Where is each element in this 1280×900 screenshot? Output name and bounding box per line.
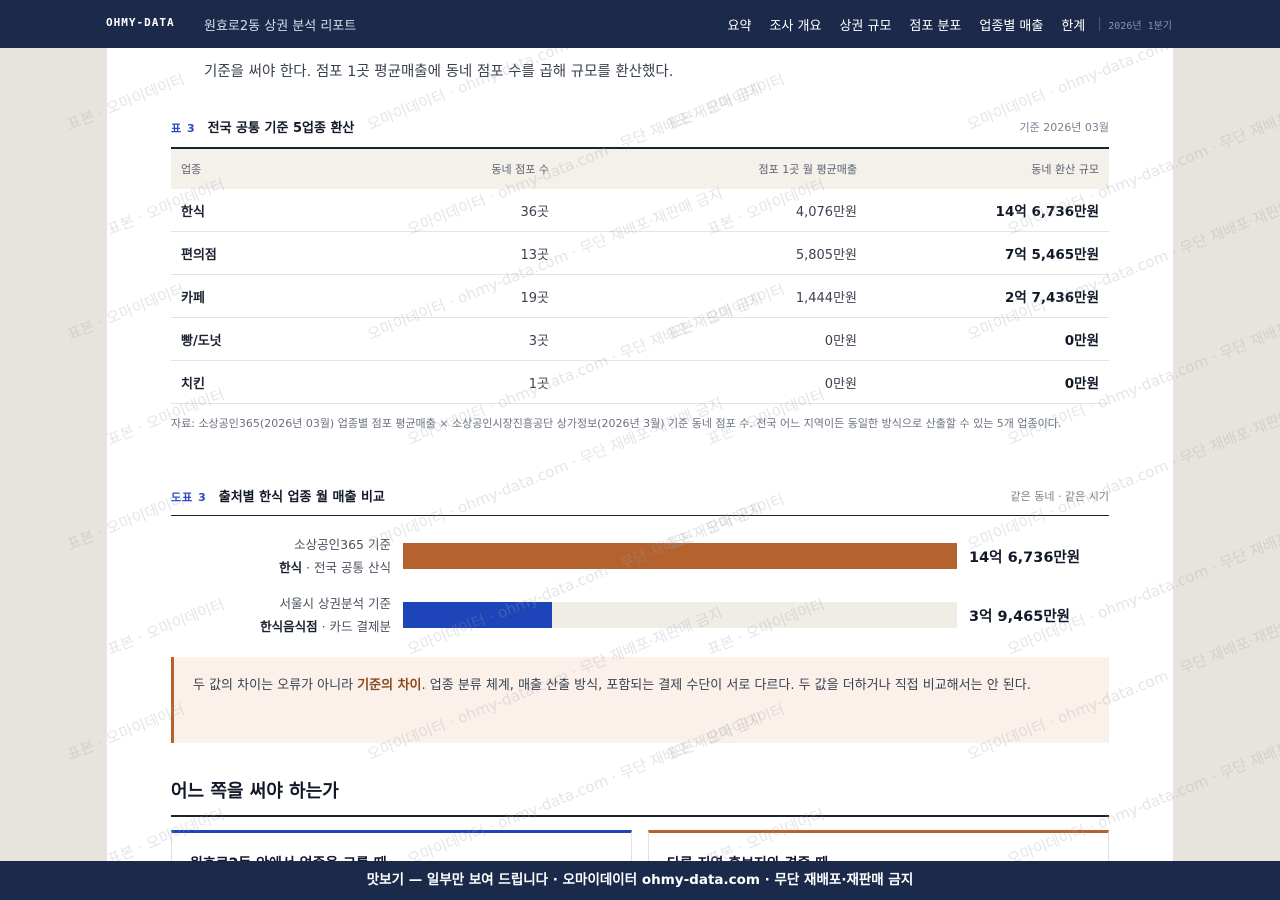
figure3-header: 도표 3 출처별 한식 업종 월 매출 비교 같은 동네 · 같은 시기 (171, 486, 1109, 506)
cell-scale: 2억 7,436만원 (867, 274, 1109, 318)
col-header-store-count: 동네 점포 수 (411, 147, 559, 189)
section-heading-rule (171, 815, 1109, 817)
cell-store-count: 3곳 (411, 317, 559, 361)
callout-text-after: . 업종 분류 체계, 매출 산출 방식, 포함되는 결제 수단이 서로 다르다… (421, 678, 1031, 693)
bar-label-seoul: 서울시 상권분석 기준 한식음식점 · 카드 결제분 (260, 592, 391, 638)
col-header-industry: 업종 (171, 147, 411, 189)
cell-avg-sales: 4,076만원 (559, 189, 867, 232)
col-header-avg-sales: 점포 1곳 월 평균매출 (559, 147, 867, 189)
bar-label-method: · 카드 결제분 (317, 619, 391, 634)
bar-label-source: 서울시 상권분석 기준 (279, 596, 391, 611)
nav-link-summary[interactable]: 요약 (728, 15, 752, 34)
top-navbar: OHMY-DATA 원효로2동 상권 분석 리포트 요약 조사 개요 상권 규모… (0, 0, 1280, 48)
nav-link-market-size[interactable]: 상권 규모 (839, 15, 891, 34)
cell-store-count: 19곳 (411, 274, 559, 318)
bar-label-detail: 한식 · 전국 공통 산식 (279, 556, 391, 579)
cell-scale: 0만원 (867, 317, 1109, 361)
preview-banner: 맛보기 — 일부만 보여 드립니다 · 오마이데이터 ohmy-data.com… (0, 861, 1280, 900)
cell-avg-sales: 0만원 (559, 360, 867, 404)
nav-divider (1099, 17, 1101, 31)
cell-avg-sales: 0만원 (559, 317, 867, 361)
nav-link-store-distribution[interactable]: 점포 분포 (909, 15, 961, 34)
cell-scale: 0만원 (867, 360, 1109, 404)
table-row: 카페 19곳 1,444만원 2억 7,436만원 (171, 274, 1109, 318)
intro-text: 기준을 써야 한다. 점포 1곳 평균매출에 동네 점포 수를 곱해 규모를 환… (204, 64, 674, 80)
bar-label-method: · 전국 공통 산식 (302, 560, 391, 575)
table3-title: 전국 공통 기준 5업종 환산 (207, 121, 355, 136)
table-row: 빵/도넛 3곳 0만원 0만원 (171, 317, 1109, 361)
period-label: 2026년 1분기 (1108, 20, 1172, 32)
cell-avg-sales: 1,444만원 (559, 274, 867, 318)
figure3-title: 출처별 한식 업종 월 매출 비교 (218, 490, 385, 505)
report-title: 원효로2동 상권 분석 리포트 (204, 19, 357, 34)
table-header-row: 업종 동네 점포 수 점포 1곳 월 평균매출 동네 환산 규모 (171, 147, 1109, 189)
industry-scale-table: 업종 동네 점포 수 점포 1곳 월 평균매출 동네 환산 규모 한식 36곳 … (171, 147, 1109, 404)
section-nav: 요약 조사 개요 상권 규모 점포 분포 업종별 매출 한계 2026년 1분기 (710, 0, 1172, 48)
table-row: 편의점 13곳 5,805만원 7억 5,465만원 (171, 231, 1109, 275)
table3-header: 표 3 전국 공통 기준 5업종 환산 기준 2026년 03월 (171, 117, 1109, 137)
bar-seoul (403, 602, 552, 628)
table3-basis: 기준 2026년 03월 (1019, 121, 1109, 134)
nav-link-sales-by-industry[interactable]: 업종별 매출 (979, 15, 1043, 34)
cell-industry: 빵/도넛 (171, 317, 411, 361)
cell-scale: 7억 5,465만원 (867, 231, 1109, 275)
cell-avg-sales: 5,805만원 (559, 231, 867, 275)
table3-source-note: 자료: 소상공인365(2026년 03월) 업종별 점포 평균매출 × 소상공… (171, 417, 1062, 430)
cell-industry: 카페 (171, 274, 411, 318)
cell-scale: 14억 6,736만원 (867, 189, 1109, 232)
callout-text-before: 두 값의 차이는 오류가 아니라 (193, 678, 358, 693)
nav-link-overview[interactable]: 조사 개요 (769, 15, 821, 34)
figure3-rule (171, 515, 1109, 516)
bar-label-detail: 한식음식점 · 카드 결제분 (260, 615, 391, 638)
table-row: 치킨 1곳 0만원 0만원 (171, 360, 1109, 404)
bar-label-source: 소상공인365 기준 (294, 537, 391, 552)
callout-highlight: 기준의 차이 (357, 678, 422, 693)
bar-label-industry: 한식음식점 (260, 619, 318, 634)
brand-logo[interactable]: OHMY-DATA (106, 16, 175, 29)
bar-value-seoul: 3억 9,465만원 (969, 609, 1071, 625)
cell-store-count: 1곳 (411, 360, 559, 404)
difference-callout: 두 값의 차이는 오류가 아니라 기준의 차이. 업종 분류 체계, 매출 산출… (171, 657, 1109, 743)
col-header-scale: 동네 환산 규모 (867, 147, 1109, 189)
figure3-note: 같은 동네 · 같은 시기 (1010, 490, 1109, 503)
table3-code: 표 3 (171, 122, 196, 135)
cell-store-count: 13곳 (411, 231, 559, 275)
cell-industry: 편의점 (171, 231, 411, 275)
nav-link-limits[interactable]: 한계 (1061, 15, 1085, 34)
bar-track-seoul (403, 602, 957, 628)
figure3-code: 도표 3 (171, 491, 207, 504)
bar-value-soho365: 14억 6,736만원 (969, 550, 1081, 566)
bar-label-industry: 한식 (279, 560, 303, 575)
cell-industry: 치킨 (171, 360, 411, 404)
section-heading: 어느 쪽을 써야 하는가 (171, 781, 339, 802)
table-row: 한식 36곳 4,076만원 14억 6,736만원 (171, 189, 1109, 232)
cell-store-count: 36곳 (411, 189, 559, 232)
bar-track-soho365 (403, 543, 957, 569)
cell-industry: 한식 (171, 189, 411, 232)
bar-soho365 (403, 543, 957, 569)
bar-label-soho365: 소상공인365 기준 한식 · 전국 공통 산식 (279, 533, 391, 579)
